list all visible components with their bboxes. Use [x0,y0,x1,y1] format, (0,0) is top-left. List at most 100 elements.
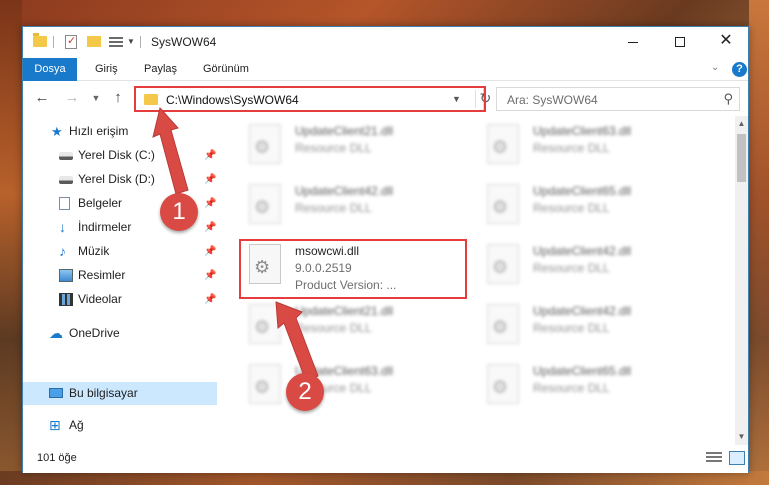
recent-locations-button[interactable]: ▼ [87,93,105,103]
sidebar-item-music[interactable]: ♪ Müzik 📌 [23,240,217,263]
file-description: Resource DLL [533,321,610,335]
computer-icon [49,388,63,398]
sidebar-item-label: İndirmeler [78,220,132,234]
list-item[interactable]: UpdateClient63.dll Resource DLL [483,120,703,172]
dll-file-icon [249,304,281,344]
sidebar-item-network[interactable]: ⊞ Ağ [23,414,217,437]
title-bar: ▼ SysWOW64 ✕ [23,27,748,58]
sidebar-item-quick-access[interactable]: ★ Hızlı erişim [23,120,217,143]
list-item[interactable]: UpdateClient42.dll Resource DLL [245,180,465,232]
file-name: UpdateClient21.dll [295,304,394,318]
status-bar: 101 öğe [23,445,748,473]
list-item[interactable]: UpdateClient65.dll Resource DLL [483,180,703,232]
chevron-down-icon[interactable]: ▼ [127,37,135,53]
details-view-icon[interactable] [706,452,722,465]
drive-icon [59,152,73,160]
new-folder-icon[interactable] [87,36,101,47]
address-path[interactable]: C:\Windows\SysWOW64 [166,93,299,107]
sidebar-item-this-pc[interactable]: Bu bilgisayar [23,382,217,405]
refresh-button[interactable]: ↻ [475,90,495,108]
file-name: UpdateClient63.dll [533,124,632,138]
file-name: UpdateClient65.dll [533,364,632,378]
close-button[interactable]: ✕ [703,27,749,57]
tab-file[interactable]: Dosya [23,58,77,81]
item-count: 101 öğe [37,452,77,464]
sidebar-item-label: Bu bilgisayar [69,386,138,400]
properties-icon[interactable] [65,34,77,49]
minimize-button[interactable] [610,27,656,57]
desktop-background-right [749,0,769,485]
sidebar-item-videos[interactable]: Videolar 📌 [23,288,217,311]
pin-icon[interactable]: 📌 [204,144,216,167]
file-description: Resource DLL [533,201,610,215]
file-name: UpdateClient65.dll [533,184,632,198]
address-bar[interactable]: C:\Windows\SysWOW64 ▼ ↻ [135,87,491,111]
minimize-icon [628,41,638,43]
tab-share[interactable]: Paylaş [136,58,185,81]
up-button[interactable]: ↑ [109,89,127,106]
sidebar-item-pictures[interactable]: Resimler 📌 [23,264,217,287]
navigation-bar: ← → ▼ ↑ C:\Windows\SysWOW64 ▼ ↻ Ara: Sys… [23,82,748,116]
sidebar-item-label: Belgeler [78,196,123,210]
file-name: UpdateClient21.dll [295,124,394,138]
search-placeholder: Ara: SysWOW64 [507,93,598,107]
scrollbar-thumb[interactable] [737,134,746,182]
sidebar-item-local-disk-c[interactable]: Yerel Disk (C:) 📌 [23,144,217,167]
back-button[interactable]: ← [33,89,51,106]
sidebar-item-label: Ağ [69,418,84,432]
file-description: Resource DLL [295,201,372,215]
list-item[interactable]: UpdateClient63.dll Resource DLL [245,360,465,412]
quick-access-separator [140,36,141,48]
drive-icon [59,176,73,184]
pin-icon[interactable]: 📌 [204,216,216,239]
list-item-msowcwi[interactable]: msowcwi.dll 9.0.0.2519 Product Version: … [245,240,465,292]
pin-icon[interactable]: 📌 [204,240,216,263]
sidebar-item-onedrive[interactable]: ☁ OneDrive [23,322,217,345]
file-description: Resource DLL [533,261,610,275]
list-item[interactable]: UpdateClient42.dll Resource DLL [483,300,703,352]
pin-icon[interactable]: 📌 [204,288,216,311]
search-icon[interactable]: ⚲ [723,91,733,107]
maximize-button[interactable] [657,27,703,57]
scroll-up-icon[interactable]: ▲ [735,119,748,128]
tab-view[interactable]: Görünüm [195,58,257,81]
tiles-view-icon[interactable] [729,451,745,465]
sidebar-item-label: Hızlı erişim [69,124,129,138]
list-item[interactable]: UpdateClient21.dll Resource DLL [245,120,465,172]
file-description: Resource DLL [295,321,372,335]
pin-icon[interactable]: 📌 [204,264,216,287]
search-box[interactable]: Ara: SysWOW64 ⚲ [496,87,740,111]
tab-home[interactable]: Giriş [87,58,126,81]
vertical-scrollbar[interactable]: ▲ ▼ [735,116,748,445]
expand-ribbon-icon[interactable]: ⌄ [711,62,719,73]
documents-icon [59,197,70,210]
dll-file-icon [249,244,281,284]
list-item[interactable]: UpdateClient65.dll Resource DLL [483,360,703,412]
download-icon: ↓ [59,219,66,235]
scroll-down-icon[interactable]: ▼ [735,432,748,441]
callout-marker-1: 1 [160,193,198,231]
sidebar-item-label: OneDrive [69,326,120,340]
list-item[interactable]: UpdateClient42.dll Resource DLL [483,240,703,292]
explorer-window: ▼ SysWOW64 ✕ Dosya Giriş Paylaş Görünüm … [22,26,749,473]
quick-access-separator [53,36,54,48]
chevron-down-icon[interactable]: ▼ [452,94,461,104]
file-version: 9.0.0.2519 [295,261,352,275]
sidebar-item-label: Resimler [78,268,126,282]
file-name: msowcwi.dll [295,244,360,258]
dll-file-icon [249,184,281,224]
pin-icon[interactable]: 📌 [204,168,216,191]
cloud-icon: ☁ [49,325,63,341]
sidebar-item-label: Videolar [78,292,122,306]
customize-toolbar-icon[interactable] [109,35,123,47]
forward-button[interactable]: → [63,89,81,106]
callout-marker-2: 2 [286,373,324,411]
file-description: Resource DLL [533,141,610,155]
sidebar-item-local-disk-d[interactable]: Yerel Disk (D:) 📌 [23,168,217,191]
pin-icon[interactable]: 📌 [204,192,216,215]
help-icon[interactable]: ? [732,62,747,77]
list-item[interactable]: UpdateClient21.dll Resource DLL [245,300,465,352]
file-name: UpdateClient42.dll [533,304,632,318]
dll-file-icon [249,364,281,404]
sidebar-item-label: Yerel Disk (D:) [78,172,155,186]
